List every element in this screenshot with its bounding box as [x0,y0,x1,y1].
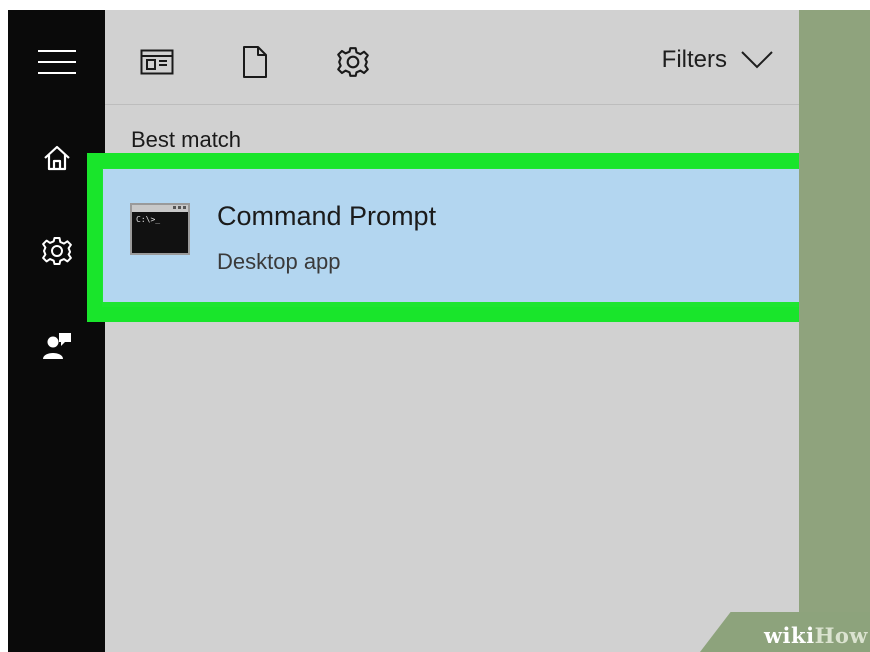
start-search-window: Filters Best match C:\>_ Command Prompt … [8,10,870,652]
apps-filter-button[interactable] [137,42,177,82]
home-icon [43,145,70,171]
feedback-button[interactable] [8,316,105,376]
hamburger-menu-icon [37,50,76,74]
apps-icon [140,49,174,75]
best-match-result[interactable]: C:\>_ Command Prompt Desktop app [103,169,799,302]
filters-dropdown[interactable]: Filters [662,46,773,74]
search-results-panel: Filters Best match C:\>_ Command Prompt … [87,10,819,652]
gear-icon [41,237,72,265]
desktop-background [799,10,870,652]
watermark-logo: wikiHow [763,623,868,648]
filter-toolbar: Filters [105,10,799,105]
document-icon [243,46,267,78]
menu-button[interactable] [8,32,105,92]
left-rail [8,10,105,652]
settings-filter-button[interactable] [333,42,373,82]
command-prompt-icon: C:\>_ [130,203,190,255]
result-title: Command Prompt [217,201,437,231]
best-match-heading: Best match [131,127,242,152]
feedback-person-icon [42,333,71,359]
documents-filter-button[interactable] [237,42,273,82]
settings-gear-icon [337,47,369,77]
result-subtitle: Desktop app [217,249,341,274]
filters-label: Filters [661,46,727,73]
command-prompt-glyph: C:\>_ [136,215,160,224]
chevron-down-icon [741,51,773,69]
